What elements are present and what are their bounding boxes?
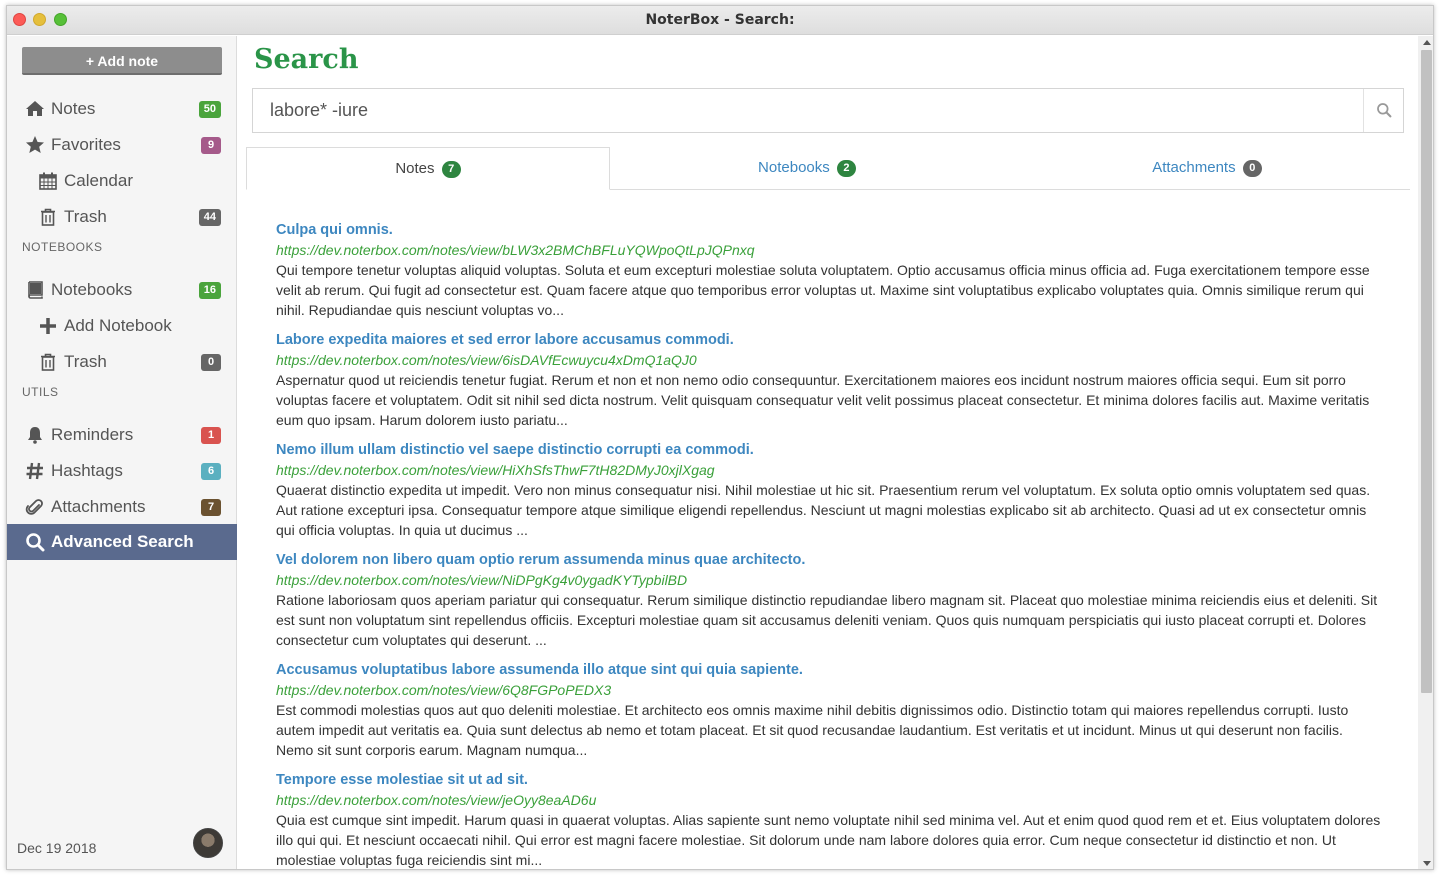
title-bar: NoterBox - Search: [7, 6, 1433, 35]
tab-count-badge: 2 [836, 160, 856, 177]
calendar-icon [39, 172, 57, 190]
main-content: Search Notes 7 Notebooks 2 Attachments 0 [238, 36, 1418, 869]
footer-date: Dec 19 2018 [17, 840, 97, 856]
sidebar-item-label: Add Notebook [64, 316, 172, 335]
list-item: Tempore esse molestiae sit ut ad sit. ht… [276, 770, 1382, 869]
tab-count-badge: 0 [1242, 160, 1262, 177]
avatar[interactable] [193, 828, 223, 858]
hashtags-count-badge: 6 [201, 463, 221, 480]
scroll-down-arrow-icon[interactable] [1423, 861, 1431, 866]
list-item: Nemo illum ullam distinctio vel saepe di… [276, 440, 1382, 550]
paperclip-icon [25, 499, 43, 515]
search-button[interactable] [1363, 89, 1403, 132]
sidebar-item-favorites[interactable]: Favorites 9 [7, 127, 237, 163]
search-box [252, 88, 1404, 133]
tab-label: Attachments [1152, 159, 1236, 176]
sidebar-item-attachments[interactable]: Attachments 7 [7, 489, 237, 525]
bell-icon [28, 427, 42, 444]
result-snippet: Est commodi molestias quos aut quo delen… [276, 702, 1349, 758]
sidebar-item-label: Trash [64, 352, 107, 371]
tab-label: Notebooks [758, 159, 830, 176]
notebook-trash-count-badge: 0 [201, 354, 221, 371]
sidebar-item-notebook-trash[interactable]: Trash 0 [7, 344, 237, 380]
sidebar: + Add note Notes 50 Favorites 9 Calendar… [7, 36, 237, 869]
result-url-link[interactable]: https://dev.noterbox.com/notes/view/6Q8F… [276, 680, 1382, 700]
result-snippet: Aspernatur quod ut reiciendis tenetur fu… [276, 372, 1370, 428]
hashtag-icon [26, 462, 43, 480]
list-item: Vel dolorem non libero quam optio rerum … [276, 550, 1382, 660]
search-input[interactable] [253, 89, 1363, 132]
sidebar-item-label: Trash [64, 207, 107, 226]
search-icon [26, 533, 45, 552]
result-title-link[interactable]: Labore expedita maiores et sed error lab… [276, 330, 1382, 350]
tab-notebooks[interactable]: Notebooks 2 [610, 147, 1004, 190]
notes-count-badge: 50 [198, 101, 221, 118]
result-snippet: Qui tempore tenetur voluptas aliquid vol… [276, 262, 1370, 318]
result-snippet: Ratione laboriosam quos aperiam pariatur… [276, 592, 1378, 648]
search-icon [1377, 103, 1392, 118]
result-snippet: Quaerat distinctio expedita ut impedit. … [276, 482, 1371, 538]
sidebar-item-hashtags[interactable]: Hashtags 6 [7, 453, 237, 489]
sidebar-item-trash[interactable]: Trash 44 [7, 199, 237, 235]
sidebar-item-calendar[interactable]: Calendar [7, 163, 237, 199]
result-title-link[interactable]: Vel dolorem non libero quam optio rerum … [276, 550, 1382, 570]
sidebar-item-notebooks[interactable]: Notebooks 16 [7, 272, 237, 308]
sidebar-item-reminders[interactable]: Reminders 1 [7, 417, 237, 453]
sidebar-item-label: Notebooks [51, 280, 133, 299]
tab-label: Notes [395, 160, 435, 177]
list-item: Culpa qui omnis. https://dev.noterbox.co… [276, 220, 1382, 330]
attachments-count-badge: 7 [201, 499, 221, 516]
result-url-link[interactable]: https://dev.noterbox.com/notes/view/HiXh… [276, 460, 1382, 480]
result-url-link[interactable]: https://dev.noterbox.com/notes/view/6isD… [276, 350, 1382, 370]
favorites-count-badge: 9 [201, 137, 221, 154]
sidebar-item-label: Reminders [51, 425, 134, 444]
vertical-scrollbar[interactable] [1418, 36, 1433, 869]
sidebar-item-label: Notes [51, 99, 96, 118]
list-item: Accusamus voluptatibus labore assumenda … [276, 660, 1382, 770]
sidebar-item-add-notebook[interactable]: Add Notebook [7, 308, 237, 344]
tab-notes[interactable]: Notes 7 [246, 147, 610, 190]
tab-count-badge: 7 [441, 161, 461, 178]
sidebar-item-label: Attachments [51, 497, 146, 516]
sidebar-item-label: Hashtags [51, 461, 123, 480]
result-title-link[interactable]: Accusamus voluptatibus labore assumenda … [276, 660, 1382, 680]
reminders-count-badge: 1 [201, 427, 221, 444]
utils-section-heading: UTILS [22, 385, 59, 399]
trash-icon [41, 208, 55, 226]
plus-icon [40, 318, 56, 334]
result-url-link[interactable]: https://dev.noterbox.com/notes/view/jeOy… [276, 790, 1382, 810]
result-url-link[interactable]: https://dev.noterbox.com/notes/view/bLW3… [276, 240, 1382, 260]
trash-icon [41, 353, 55, 371]
home-icon [26, 101, 44, 116]
scrollbar-thumb[interactable] [1421, 50, 1432, 693]
page-title: Search [254, 44, 359, 75]
book-icon [28, 281, 43, 299]
app-window: NoterBox - Search: + Add note Notes 50 F… [6, 5, 1434, 870]
result-url-link[interactable]: https://dev.noterbox.com/notes/view/NiDP… [276, 570, 1382, 590]
window-title: NoterBox - Search: [645, 12, 795, 28]
sidebar-item-label: Advanced Search [51, 532, 194, 551]
trash-count-badge: 44 [198, 209, 221, 226]
result-tabs: Notes 7 Notebooks 2 Attachments 0 [246, 147, 1410, 190]
sidebar-item-advanced-search[interactable]: Advanced Search [7, 524, 237, 560]
search-results: Culpa qui omnis. https://dev.noterbox.co… [276, 220, 1382, 869]
notebooks-count-badge: 16 [198, 282, 221, 299]
sidebar-item-notes[interactable]: Notes 50 [7, 91, 237, 127]
scroll-up-arrow-icon[interactable] [1423, 40, 1431, 45]
result-title-link[interactable]: Culpa qui omnis. [276, 220, 1382, 240]
sidebar-item-label: Favorites [51, 135, 121, 154]
result-snippet: Quia est cumque sint impedit. Harum quas… [276, 812, 1381, 868]
star-icon [26, 136, 44, 153]
notebooks-section-heading: NOTEBOOKS [22, 240, 103, 254]
list-item: Labore expedita maiores et sed error lab… [276, 330, 1382, 440]
sidebar-item-label: Calendar [64, 171, 133, 190]
add-note-button[interactable]: + Add note [22, 47, 222, 75]
tab-attachments[interactable]: Attachments 0 [1004, 147, 1410, 190]
result-title-link[interactable]: Tempore esse molestiae sit ut ad sit. [276, 770, 1382, 790]
result-title-link[interactable]: Nemo illum ullam distinctio vel saepe di… [276, 440, 1382, 460]
